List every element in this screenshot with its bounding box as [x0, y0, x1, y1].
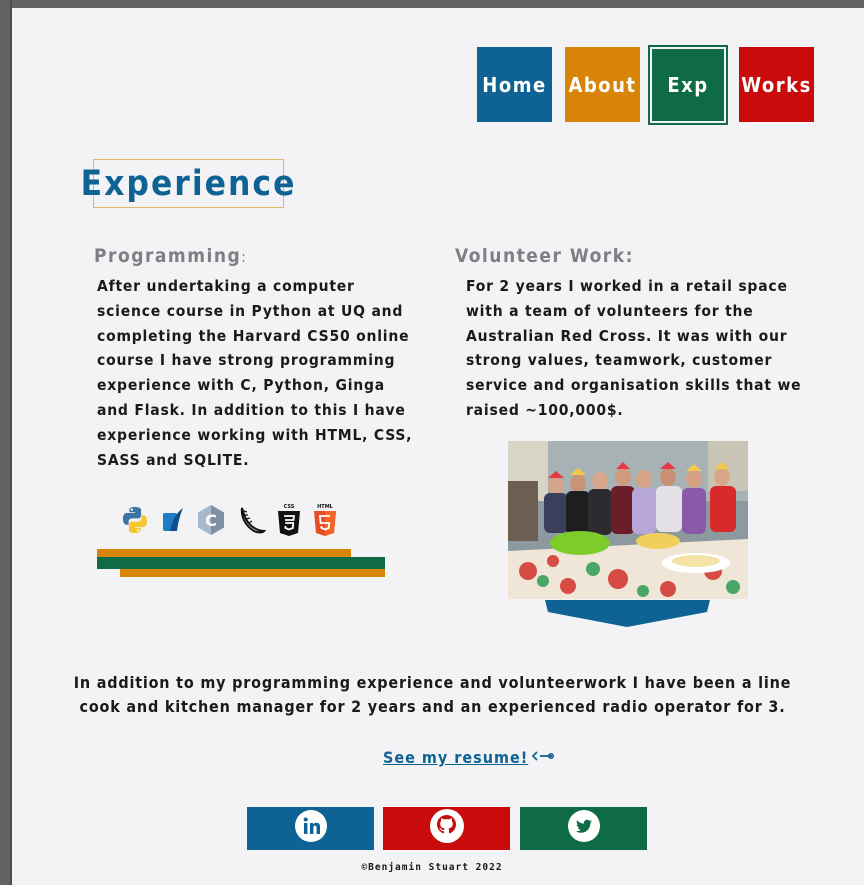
svg-text:C: C	[205, 511, 217, 530]
html-icon-label: HTML	[317, 504, 334, 510]
css3-icon: CSS	[276, 503, 302, 537]
arrow-link-icon[interactable]	[532, 749, 555, 767]
sqlite-icon	[160, 505, 186, 535]
github-icon	[429, 808, 465, 849]
window-frame-left	[0, 0, 12, 885]
nav-exp-button[interactable]: Exp	[648, 45, 728, 125]
volunteer-heading: Volunteer Work:	[455, 245, 634, 267]
html5-icon: HTML	[312, 503, 338, 537]
footer-copyright: ©Benjamin Stuart 2022	[361, 862, 503, 873]
twitter-button[interactable]	[520, 807, 647, 850]
github-button[interactable]	[383, 807, 510, 850]
programming-heading: Programming:	[94, 245, 247, 267]
twitter-icon	[567, 809, 601, 848]
programming-text: After undertaking a computer science cou…	[97, 277, 413, 469]
programming-heading-text: Programming	[94, 245, 242, 267]
decorative-bar-green	[97, 557, 385, 569]
css-icon-label: CSS	[284, 504, 295, 510]
volunteer-team-photo	[508, 441, 748, 599]
nav-home-button[interactable]: Home	[477, 47, 552, 122]
page-title: Experience	[81, 159, 294, 208]
resume-link[interactable]: See my resume!	[383, 748, 528, 767]
window-frame-top	[0, 0, 864, 8]
photo-tab-decoration	[545, 600, 710, 633]
programming-heading-colon: :	[241, 248, 248, 266]
tech-icons: C CSS HTML	[120, 503, 338, 537]
nav-about-button[interactable]: About	[565, 47, 640, 122]
resume-link-row: See my resume!	[383, 748, 555, 767]
c-language-icon: C	[196, 504, 226, 536]
nav-works-button[interactable]: Works	[739, 47, 814, 122]
summary-text: In addition to my programming experience…	[73, 673, 792, 716]
linkedin-icon	[294, 809, 328, 848]
python-icon	[120, 505, 150, 535]
decorative-bar-orange-top	[97, 549, 351, 557]
decorative-bar-orange-bottom	[120, 569, 385, 577]
volunteer-text: For 2 years I worked in a retail space w…	[466, 277, 802, 419]
linkedin-button[interactable]	[247, 807, 374, 850]
flask-icon	[236, 505, 266, 535]
